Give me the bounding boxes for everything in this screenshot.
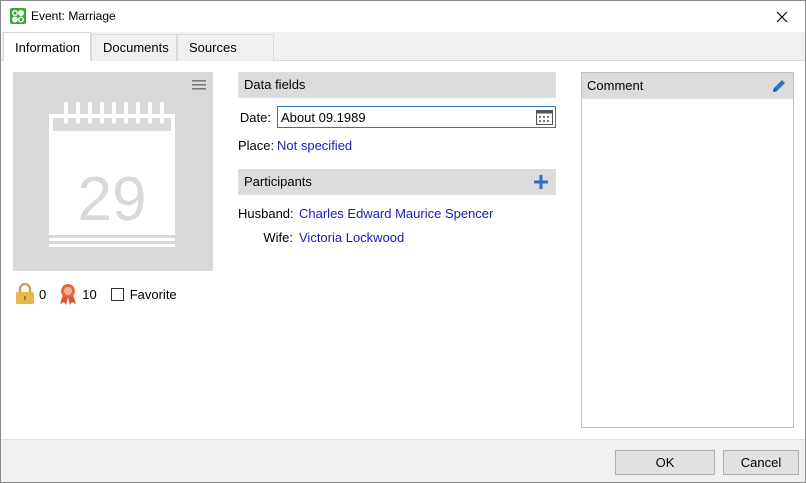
cancel-button[interactable]: Cancel [723,450,799,475]
information-panel: 29 0 10 Favorite Data fields Date: About… [1,61,805,439]
participants-header: Participants [238,169,556,195]
dialog-footer: OK Cancel [1,439,805,482]
date-field[interactable] [277,106,556,128]
event-dialog: Event: Marriage Information Documents So… [0,0,806,483]
close-button[interactable] [759,1,805,32]
wife-label: Wife: [263,230,293,245]
calendar-icon: 29 [49,102,175,247]
place-link[interactable]: Not specified [277,138,352,153]
comment-header: Comment [582,73,793,99]
add-icon[interactable] [534,175,548,189]
ok-button[interactable]: OK [615,450,715,475]
husband-link[interactable]: Charles Edward Maurice Spencer [299,206,493,221]
tab-information[interactable]: Information [3,32,91,62]
data-fields-header: Data fields [238,72,556,98]
participants-title: Participants [244,174,312,189]
event-image[interactable]: 29 [13,72,213,271]
comment-title: Comment [587,78,644,93]
date-input[interactable] [278,107,530,127]
husband-label: Husband: [238,206,294,221]
wife-link[interactable]: Victoria Lockwood [299,230,404,245]
tab-documents[interactable]: Documents [91,34,177,61]
comment-panel: Comment [581,72,794,428]
comment-text[interactable] [582,100,793,427]
calendar-picker-icon[interactable] [536,109,553,125]
pencil-icon[interactable] [771,78,787,94]
favorite-checkbox[interactable] [110,287,124,301]
place-label: Place: [238,138,275,153]
calendar-day: 29 [78,165,147,234]
tab-sources-links[interactable]: Sources links [177,34,274,80]
window-title: Event: Marriage [31,9,116,23]
title-bar: Event: Marriage [1,1,805,32]
meta-row: 0 10 Favorite [15,282,177,306]
lock-icon[interactable] [15,283,35,305]
award-icon[interactable] [57,283,79,305]
date-label: Date: [239,110,271,125]
award-count: 10 [82,286,97,302]
close-icon [776,11,788,22]
app-icon [10,8,26,24]
menu-icon[interactable] [192,79,206,91]
favorite-label: Favorite [129,286,177,302]
lock-count: 0 [39,286,47,302]
tab-strip: Information Documents Sources links [1,32,805,80]
